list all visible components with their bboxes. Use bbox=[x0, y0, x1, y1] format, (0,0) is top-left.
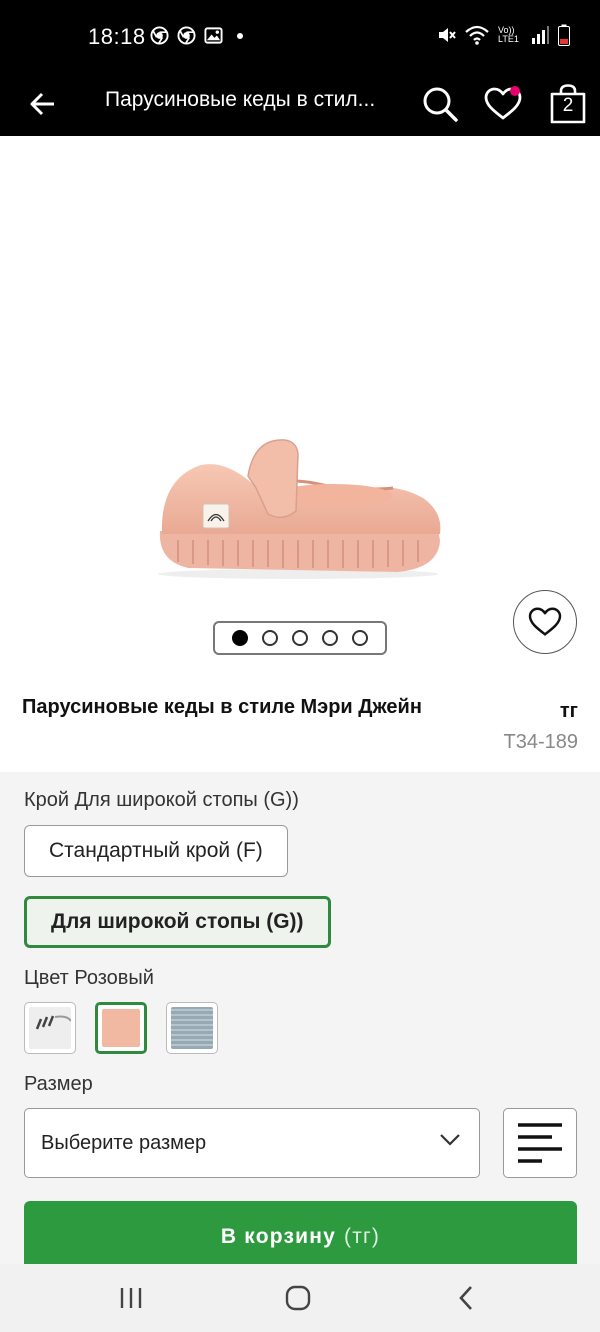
product-sku: T34-189 bbox=[503, 731, 579, 753]
color-swatch-white[interactable] bbox=[24, 1002, 76, 1054]
app-bar: Парусиновые кеды в стил... 2 bbox=[0, 72, 600, 136]
recent-apps-icon bbox=[120, 1288, 142, 1308]
system-nav-bar bbox=[0, 1264, 600, 1332]
swatch-image bbox=[29, 1007, 71, 1049]
chrome-icon bbox=[177, 26, 196, 45]
arrow-left-icon bbox=[30, 92, 54, 116]
gallery-dot-1[interactable] bbox=[232, 630, 248, 646]
cart-count: 2 bbox=[562, 95, 574, 116]
page-title: Парусиновые кеды в стил... bbox=[105, 88, 376, 111]
gallery-dot-2[interactable] bbox=[262, 630, 278, 646]
status-system-icons: Vo)) LTE1 bbox=[436, 24, 570, 46]
swatch-image bbox=[171, 1007, 213, 1049]
mute-icon bbox=[439, 28, 456, 42]
search-icon bbox=[423, 87, 458, 122]
favorites-badge bbox=[510, 86, 520, 96]
more-notifications-dot bbox=[237, 32, 243, 39]
image-icon bbox=[204, 27, 223, 44]
heart-icon bbox=[528, 607, 562, 636]
cart-button[interactable]: 2 bbox=[543, 78, 593, 130]
add-to-cart-price: (тг) bbox=[344, 1225, 381, 1248]
status-bar: 18:18 Vo)) LTE1 bbox=[0, 0, 600, 72]
add-to-cart-label: В корзину bbox=[220, 1225, 337, 1248]
color-label: Цвет Розовый bbox=[24, 967, 154, 989]
status-time: 18:18 bbox=[88, 24, 146, 49]
product-image bbox=[158, 439, 441, 579]
chrome-icon bbox=[150, 26, 169, 45]
gallery-dot-4[interactable] bbox=[322, 630, 338, 646]
gallery-pagination[interactable] bbox=[213, 621, 387, 655]
home-icon bbox=[285, 1285, 311, 1311]
search-button[interactable] bbox=[415, 78, 465, 130]
fit-option-wide[interactable]: Для широкой стопы (G)) bbox=[24, 896, 331, 948]
fit-option-standard[interactable]: Стандартный крой (F) bbox=[24, 825, 288, 877]
gallery-dot-5[interactable] bbox=[352, 630, 368, 646]
size-guide-icon bbox=[518, 1123, 562, 1163]
product-options: Крой Для широкой стопы (G)) Стандартный … bbox=[0, 772, 600, 1273]
back-button[interactable] bbox=[24, 82, 60, 126]
size-select[interactable]: Выберите размер bbox=[24, 1108, 480, 1178]
color-swatch-blue-grey[interactable] bbox=[166, 1002, 218, 1054]
fit-label: Крой Для широкой стопы (G)) bbox=[24, 789, 299, 811]
product-name: Парусиновые кеды в стиле Мэри Джейн bbox=[22, 696, 422, 718]
favorites-button[interactable] bbox=[478, 78, 528, 130]
recent-apps-button[interactable] bbox=[101, 1278, 161, 1318]
volte-icon: Vo)) LTE1 bbox=[498, 25, 519, 44]
color-swatch-pink[interactable] bbox=[95, 1002, 147, 1054]
wifi-icon bbox=[465, 25, 489, 45]
size-guide-button[interactable] bbox=[503, 1108, 577, 1178]
product-gallery[interactable] bbox=[0, 136, 600, 676]
size-label: Размер bbox=[24, 1073, 93, 1095]
battery-icon bbox=[558, 24, 570, 46]
swatch-image bbox=[102, 1009, 140, 1047]
system-back-button[interactable] bbox=[436, 1278, 496, 1318]
gallery-dot-3[interactable] bbox=[292, 630, 308, 646]
home-button[interactable] bbox=[268, 1278, 328, 1318]
chevron-left-icon bbox=[459, 1286, 472, 1310]
size-select-placeholder: Выберите размер bbox=[41, 1131, 207, 1154]
add-to-wishlist-button[interactable] bbox=[513, 590, 577, 654]
signal-icon bbox=[532, 26, 549, 44]
product-price: тг bbox=[559, 700, 578, 722]
add-to-cart-button[interactable]: В корзину (тг) bbox=[24, 1201, 577, 1273]
chevron-down-icon bbox=[440, 1134, 460, 1146]
status-notification-icons bbox=[150, 26, 243, 45]
